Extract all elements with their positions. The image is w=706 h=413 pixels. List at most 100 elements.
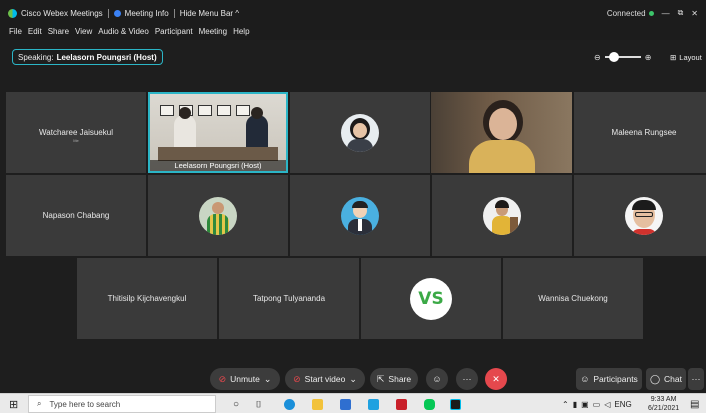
participant-tile-avatar-5[interactable] [574,175,706,256]
video-off-icon: ⊘ [293,373,301,384]
chat-panel-button[interactable]: ◯ Chat [646,368,686,390]
participant-avatar [341,113,379,152]
speaking-name: Leelasorn Poungsri (Host) [56,52,157,62]
edge-icon[interactable] [284,394,295,413]
layout-button[interactable]: ⊞ Layout [666,49,706,65]
menu-participant[interactable]: Participant [155,27,193,36]
participant-avatar [341,196,379,235]
clock-time: 9:33 AM [650,396,677,403]
participant-tile-p3[interactable]: Maleena Rungsee [574,92,706,173]
more-options-button[interactable]: ··· [456,368,478,390]
participant-tile-avatar-3[interactable] [290,175,430,256]
more-icon: ··· [691,374,701,384]
participant-tile-p4[interactable]: Napason Chabang [6,175,146,256]
clock[interactable]: 9:33 AM 6/21/2021 [648,394,679,413]
unmute-label: Unmute [230,374,260,384]
menu-view[interactable]: View [75,27,92,36]
file-explorer-icon[interactable] [312,394,323,413]
taskbar-search[interactable]: ⌕ Type here to search [28,395,216,413]
mcafee-icon[interactable] [396,394,407,413]
battery-icon[interactable]: ▭ [593,400,601,409]
participant-tile-p1[interactable]: Watcharee Jaisuekul Me [6,92,146,173]
zoom-slider[interactable] [604,52,641,62]
reactions-button[interactable]: ☺ [426,368,448,390]
participant-avatar [625,196,663,235]
meeting-stage: Speaking: Leelasorn Poungsri (Host) ⊖ ⊕ … [0,40,706,393]
participant-name: Wannisa Chuekong [538,294,608,303]
system-tray: ⌃ ▮ ▣ ▭ ◁ ENG [562,394,632,413]
participant-tile-host[interactable]: Leelasorn Poungsri (Host) [148,92,288,173]
connection-status: Connected [607,9,654,18]
hide-menu-bar-label: Hide Menu Bar ^ [179,8,240,18]
webex-taskbar-icon[interactable] [450,394,461,413]
meeting-info-label: Meeting Info [124,8,169,18]
leave-meeting-button[interactable]: ✕ [485,368,507,390]
cortana-icon[interactable]: ○ [233,394,239,413]
menu-share[interactable]: Share [48,27,69,36]
restore-button[interactable]: ⧉ [678,8,684,18]
meeting-info-button[interactable]: Meeting Info [113,8,169,18]
participant-tile-p7[interactable]: VS [361,258,501,339]
participant-name: Napason Chabang [42,211,110,220]
share-button[interactable]: ⇱ Share [370,368,418,390]
close-window-button[interactable]: ✕ [691,9,698,18]
chevron-down-icon[interactable]: ⌄ [349,374,357,385]
notification-icon[interactable]: ▤ [690,394,699,413]
host-name-label: Leelasorn Poungsri (Host) [150,160,286,171]
usb-icon[interactable]: ▮ [573,400,577,409]
zoom-control: ⊖ ⊕ [594,50,651,64]
menu-file[interactable]: File [9,27,22,36]
chat-bubble-icon: ◯ [649,373,661,384]
start-video-button[interactable]: ⊘ Start video ⌄ [285,368,365,390]
unmute-button[interactable]: ⊘ Unmute ⌄ [210,368,280,390]
mail-icon[interactable] [340,394,351,413]
chevron-down-icon[interactable]: ⌄ [264,374,272,385]
desk [158,147,278,161]
menu-bar: File Edit Share View Audio & Video Parti… [0,22,706,40]
layout-grid-icon: ⊞ [670,52,677,62]
participants-label: Participants [593,374,638,384]
participant-avatar [199,196,237,235]
participant-tile-p5[interactable]: Thitisilp Kijchavengkul [77,258,217,339]
language-indicator[interactable]: ENG [614,400,631,409]
participant-tile-p8[interactable]: Wannisa Chuekong [503,258,643,339]
app-name: Cisco Webex Meetings [21,8,103,18]
zoom-in-icon[interactable]: ⊕ [645,53,652,62]
menu-meeting[interactable]: Meeting [199,27,227,36]
zoom-out-icon[interactable]: ⊖ [594,53,601,62]
webex-logo-icon [8,8,17,18]
active-speaker-indicator: Speaking: Leelasorn Poungsri (Host) [12,49,163,65]
search-icon: ⌕ [37,399,42,408]
more-icon: ··· [462,374,472,384]
participant-name: Maleena Rungsee [611,128,677,137]
smiley-icon: ☺ [432,374,442,384]
clock-date: 6/21/2021 [648,405,680,412]
host-person-right-head [251,107,263,119]
participants-panel-button[interactable]: ☺ Participants [576,368,642,390]
participant-tile-video-speaker[interactable] [431,92,572,173]
line-app-icon[interactable] [368,394,379,413]
windows-start-icon[interactable]: ⊞ [9,394,18,413]
windows-taskbar: ⊞ ⌕ Type here to search ○ ⌷ ⌃ ▮ ▣ ▭ ◁ EN… [0,393,706,413]
participant-tile-p6[interactable]: Tatpong Tulyananda [219,258,359,339]
menu-audio-video[interactable]: Audio & Video [98,27,149,36]
zoom-slider-knob[interactable] [608,52,619,62]
panel-more-button[interactable]: ··· [688,368,704,390]
participant-tile-avatar-1[interactable] [290,92,430,173]
menu-help[interactable]: Help [233,27,249,36]
network-icon[interactable]: ▣ [581,400,589,409]
participant-tile-avatar-2[interactable] [148,175,288,256]
menu-edit[interactable]: Edit [28,27,42,36]
vs-avatar: VS [410,277,452,320]
chevron-up-icon[interactable]: ⌃ [562,400,569,409]
line-chat-icon[interactable] [424,394,435,413]
participant-tile-avatar-4[interactable] [432,175,572,256]
share-icon: ⇱ [376,373,385,384]
task-view-icon[interactable]: ⌷ [256,394,261,413]
minimize-button[interactable]: — [662,9,670,18]
search-placeholder: Type here to search [49,399,121,409]
volume-icon[interactable]: ◁ [604,400,610,409]
person-icon: ☺ [580,374,590,384]
participant-me-label: Me [73,138,79,144]
hide-menu-bar-button[interactable]: Hide Menu Bar ^ [180,9,239,18]
